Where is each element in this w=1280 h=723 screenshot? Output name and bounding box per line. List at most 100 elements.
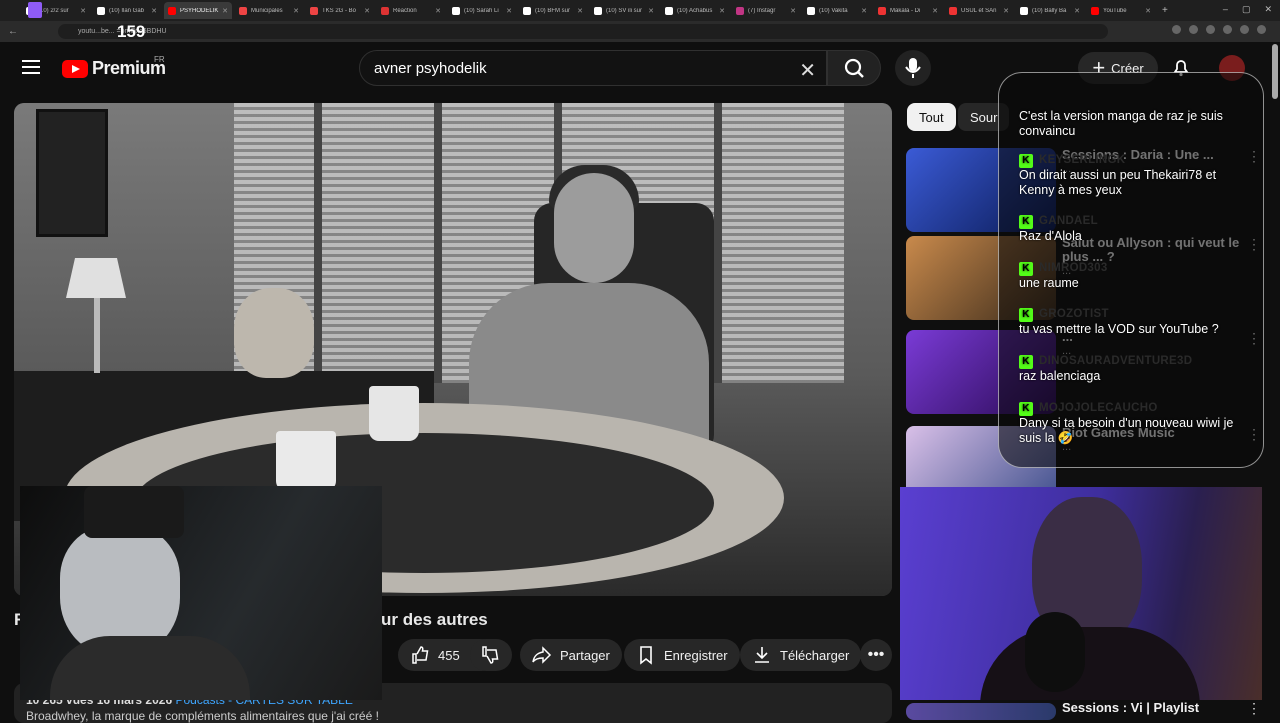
profile-icon[interactable] — [1240, 25, 1249, 34]
reco-title: Sessions : Vi | Playlist — [1062, 700, 1200, 715]
tab-label: (10) Achabus — [677, 7, 713, 14]
instagram-icon — [736, 6, 744, 15]
maximize-icon[interactable]: ▢ — [1242, 4, 1251, 15]
thumbs-up-icon — [412, 646, 429, 664]
cast-icon[interactable] — [1189, 25, 1198, 34]
tab-label: (10) BFM sur — [535, 7, 571, 14]
extension-icon[interactable] — [1206, 25, 1215, 34]
tab-label: Makala - Di — [890, 7, 921, 14]
window-controls: – ▢ ✕ — [1223, 4, 1272, 15]
streamer-facecam-left — [20, 486, 382, 700]
region-code: FR — [154, 55, 165, 64]
download-button[interactable]: Télécharger — [740, 639, 862, 671]
kick-badge-icon: K — [1019, 307, 1033, 322]
viewer-count: 159 — [117, 22, 146, 41]
browser-tab[interactable]: (10) SV ili sur ✕ — [590, 2, 658, 19]
reco-thumbnail[interactable] — [906, 703, 1056, 720]
youtube-logo[interactable]: Premium FR — [62, 55, 166, 79]
video-scene-mug — [276, 431, 336, 491]
menu-icon[interactable] — [1257, 25, 1266, 34]
dislike-button[interactable] — [470, 639, 512, 671]
chat-message: K KEYSERLINGK On dirait aussi un peu Theka… — [1019, 153, 1244, 198]
close-tab-icon[interactable]: ✕ — [364, 7, 370, 15]
video-scene-poster — [36, 109, 108, 237]
x-icon — [1020, 6, 1028, 15]
browser-tab[interactable]: USUL et SAn ✕ — [945, 2, 1013, 19]
twitch-logo-icon — [28, 2, 42, 18]
browser-tab[interactable]: (10) Ilan Gab ✕ — [93, 2, 161, 19]
tab-label: Réaction — [393, 7, 417, 14]
search-input[interactable]: avner psyhodelik ✕ — [359, 50, 827, 86]
clear-search-icon[interactable]: ✕ — [799, 58, 816, 83]
x-icon — [807, 6, 815, 15]
search-value: avner psyhodelik — [374, 59, 487, 77]
chip-all[interactable]: Tout — [907, 103, 956, 131]
close-tab-icon[interactable]: ✕ — [861, 7, 867, 15]
share-button[interactable]: Partager — [520, 639, 622, 671]
close-tab-icon[interactable]: ✕ — [506, 7, 512, 15]
browser-tab[interactable]: (10) BFM sur ✕ — [519, 2, 587, 19]
close-tab-icon[interactable]: ✕ — [790, 7, 796, 15]
new-tab-icon[interactable]: + — [1162, 5, 1168, 16]
hamburger-menu-icon[interactable] — [22, 60, 40, 74]
browser-tab[interactable]: Réaction ✕ — [377, 2, 445, 19]
save-label: Enregistrer — [664, 647, 728, 663]
chat-message: K DINOSAURADVENTURE3D raz balenciaga — [1019, 354, 1244, 384]
youtube-icon — [1091, 6, 1099, 15]
reco-item[interactable]: Sessions : Vi | Playlist — [1062, 701, 1252, 716]
browser-tab[interactable]: (7) Instagr ✕ — [732, 2, 800, 19]
close-tab-icon[interactable]: ✕ — [151, 7, 157, 15]
browser-tab[interactable]: YouTube ✕ — [1087, 2, 1155, 19]
close-tab-icon[interactable]: ✕ — [1145, 7, 1151, 15]
video-scene-lamp — [66, 258, 126, 298]
chat-text: Dany si ta besoin d'un nouveau wiwi je s… — [1019, 416, 1234, 445]
tab-label: (10) SV ili sur — [606, 7, 643, 14]
more-vertical-icon[interactable]: ⋮ — [1247, 700, 1261, 717]
chat-username-row: K DINOSAURADVENTURE3D — [1019, 354, 1244, 369]
close-window-icon[interactable]: ✕ — [1264, 4, 1272, 15]
chat-username-row: K KEYSERLINGK — [1019, 153, 1244, 168]
browser-tab[interactable]: (10) Bally Ba ✕ — [1016, 2, 1084, 19]
x-icon — [665, 6, 673, 15]
search-button[interactable] — [827, 50, 881, 86]
browser-tab[interactable]: Makala - Di ✕ — [874, 2, 942, 19]
back-icon[interactable]: ← — [8, 26, 20, 37]
url-field[interactable]: youtu...be... =pmQxc6BDHU — [58, 24, 1108, 39]
more-actions-button[interactable]: ••• — [860, 639, 892, 671]
news-icon — [239, 6, 247, 15]
tab-label: PSYHODELIK — [180, 7, 219, 14]
chat-message: K GANDAEL Raz d'Alola — [1019, 214, 1244, 244]
extension-icon[interactable] — [1223, 25, 1232, 34]
browser-tab[interactable]: (10) Sarah Li ✕ — [448, 2, 516, 19]
close-tab-icon[interactable]: ✕ — [719, 7, 725, 15]
chat-username-row: K MOJOJOLECAUCHO — [1019, 401, 1244, 416]
close-tab-icon[interactable]: ✕ — [577, 7, 583, 15]
voice-search-button[interactable] — [895, 50, 931, 86]
download-icon — [755, 647, 769, 663]
x-icon — [97, 6, 105, 15]
tab-label: (10) Bally Ba — [1032, 7, 1067, 14]
close-tab-icon[interactable]: ✕ — [222, 7, 228, 15]
browser-tab[interactable]: TKS 2G - Bo ✕ — [306, 2, 374, 19]
close-tab-icon[interactable]: ✕ — [932, 7, 938, 15]
zoom-icon[interactable] — [1172, 25, 1181, 34]
minimize-icon[interactable]: – — [1223, 4, 1228, 15]
close-tab-icon[interactable]: ✕ — [435, 7, 441, 15]
close-tab-icon[interactable]: ✕ — [293, 7, 299, 15]
save-button[interactable]: Enregistrer — [624, 639, 740, 671]
close-tab-icon[interactable]: ✕ — [1074, 7, 1080, 15]
browser-tab[interactable]: (10) Achabus ✕ — [661, 2, 729, 19]
chat-text: raz balenciaga — [1019, 369, 1101, 383]
facecam-microphone — [1025, 612, 1085, 692]
browser-tab[interactable]: (10) Vakita ✕ — [803, 2, 871, 19]
close-tab-icon[interactable]: ✕ — [1003, 7, 1009, 15]
close-tab-icon[interactable]: ✕ — [648, 7, 654, 15]
chat-username: GROZOTIST — [1039, 308, 1109, 320]
page-scrollbar[interactable] — [1272, 44, 1278, 99]
x-icon — [523, 6, 531, 15]
kick-badge-icon: K — [1019, 261, 1033, 276]
browser-tab[interactable]: PSYHODELIK ✕ — [164, 2, 232, 19]
close-tab-icon[interactable]: ✕ — [80, 7, 86, 15]
browser-tab[interactable]: Municipales ✕ — [235, 2, 303, 19]
extension-icons — [1172, 25, 1266, 34]
